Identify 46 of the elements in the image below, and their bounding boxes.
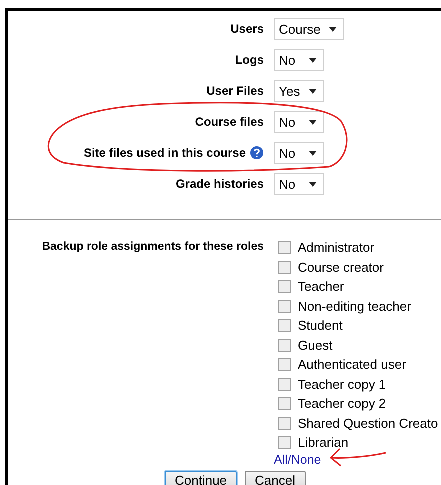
caret-icon	[309, 58, 317, 62]
all-none-link[interactable]: All/None	[274, 452, 322, 466]
role-label: Teacher copy 1	[298, 376, 386, 392]
dropdown[interactable]: Course	[274, 18, 344, 40]
dropdown[interactable]: No	[274, 173, 324, 195]
role-label: Librarian	[298, 435, 349, 450]
annotation-arrow	[328, 447, 388, 469]
role-label: Teacher copy 2	[298, 396, 386, 412]
role-label: Course creator	[298, 260, 384, 275]
checkbox[interactable]	[278, 260, 291, 274]
dropdown[interactable]: No	[274, 49, 324, 71]
roles-label: Backup role assignments for these roles	[42, 240, 264, 255]
caret-icon	[309, 150, 317, 156]
form-button[interactable]: Continue	[165, 470, 238, 485]
dropdown[interactable]: Yes	[274, 80, 324, 102]
field-label: Logs	[235, 53, 264, 67]
field-label: Course files	[195, 115, 264, 129]
field-label: Site files used in this course	[84, 146, 246, 160]
field-label: Grade histories	[176, 177, 264, 191]
checkbox[interactable]	[278, 338, 291, 352]
checkbox[interactable]	[278, 397, 291, 410]
checkbox[interactable]	[278, 416, 291, 430]
caret-icon	[309, 182, 317, 186]
dropdown[interactable]: No	[274, 111, 324, 133]
checkbox[interactable]	[278, 300, 291, 313]
role-label: Student	[298, 318, 343, 334]
help-icon[interactable]	[250, 146, 264, 160]
role-label: Non-editing teacher	[298, 298, 412, 314]
role-label: Administrator	[298, 240, 375, 256]
checkbox[interactable]	[278, 378, 291, 391]
checkbox[interactable]	[278, 319, 291, 332]
checkbox[interactable]	[278, 358, 291, 372]
caret-icon	[328, 26, 337, 32]
role-label: Authenticated user	[298, 357, 406, 372]
checkbox[interactable]	[278, 436, 291, 450]
field-label: User Files	[206, 84, 264, 98]
checkbox[interactable]	[278, 280, 291, 294]
role-label: Shared Question Creato	[298, 416, 438, 431]
field-label: Users	[230, 22, 264, 36]
form-button[interactable]: Cancel	[245, 470, 306, 485]
checkbox[interactable]	[278, 241, 291, 254]
role-label: Guest	[298, 338, 333, 353]
role-label: Teacher	[298, 279, 344, 294]
caret-icon	[309, 120, 317, 124]
caret-icon	[309, 88, 317, 94]
dropdown[interactable]: No	[274, 142, 324, 164]
